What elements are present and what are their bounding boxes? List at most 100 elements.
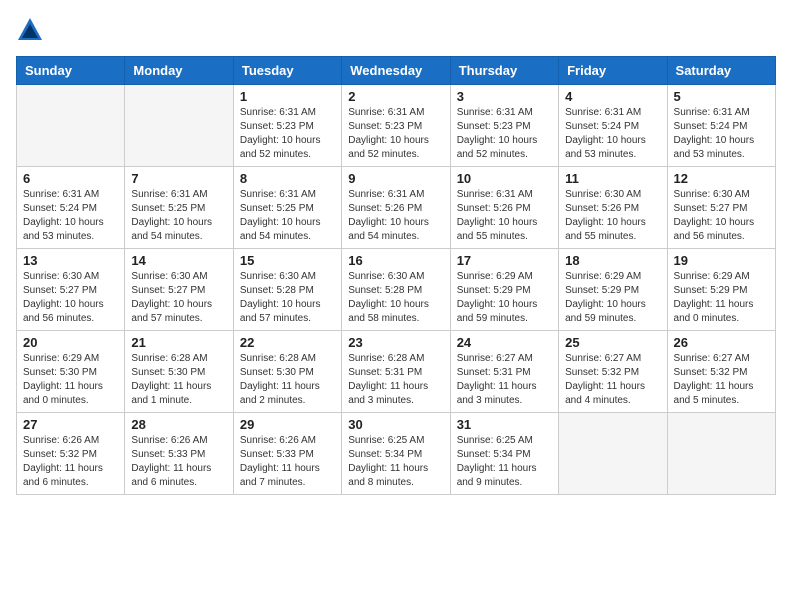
calendar-cell: 21 Sunrise: 6:28 AMSunset: 5:30 PMDayligh… (125, 331, 233, 413)
calendar-week-row: 27 Sunrise: 6:26 AMSunset: 5:32 PMDayligh… (17, 413, 776, 495)
day-number: 28 (131, 417, 226, 432)
day-info: Sunrise: 6:31 AMSunset: 5:25 PMDaylight:… (240, 188, 335, 244)
day-number: 2 (348, 89, 443, 104)
weekday-header: Thursday (450, 57, 558, 85)
calendar-header-row: SundayMondayTuesdayWednesdayThursdayFrid… (17, 57, 776, 85)
day-info: Sunrise: 6:30 AMSunset: 5:28 PMDaylight:… (240, 270, 335, 326)
day-number: 3 (457, 89, 552, 104)
weekday-header: Sunday (17, 57, 125, 85)
calendar-cell: 30Sunrise: 6:25 AMSunset: 5:34 PMDayligh… (342, 413, 450, 495)
day-info: Sunrise: 6:29 AMSunset: 5:30 PMDaylight:… (23, 352, 118, 408)
day-number: 29 (240, 417, 335, 432)
logo-icon (16, 16, 44, 44)
calendar-cell: 5Sunrise: 6:31 AMSunset: 5:24 PMDaylight… (667, 85, 775, 167)
calendar-cell: 26Sunrise: 6:27 AMSunset: 5:32 PMDayligh… (667, 331, 775, 413)
calendar-cell: 31 Sunrise: 6:25 AMSunset: 5:34 PMDayligh… (450, 413, 558, 495)
day-info: Sunrise: 6:31 AMSunset: 5:24 PMDaylight:… (23, 188, 118, 244)
day-info: Sunrise: 6:31 AMSunset: 5:25 PMDaylight:… (131, 188, 226, 244)
calendar-cell (667, 413, 775, 495)
day-number: 1 (240, 89, 335, 104)
calendar-cell: 12 Sunrise: 6:30 AMSunset: 5:27 PMDayligh… (667, 167, 775, 249)
day-number: 14 (131, 253, 226, 268)
day-info: Sunrise: 6:31 AMSunset: 5:26 PMDaylight:… (348, 188, 443, 244)
day-info: Sunrise: 6:26 AMSunset: 5:33 PMDaylight:… (240, 434, 335, 490)
weekday-header: Saturday (667, 57, 775, 85)
day-number: 10 (457, 171, 552, 186)
calendar-cell (559, 413, 667, 495)
day-info: Sunrise: 6:31 AMSunset: 5:23 PMDaylight:… (348, 106, 443, 162)
day-info: Sunrise: 6:31 AMSunset: 5:24 PMDaylight:… (565, 106, 660, 162)
day-info: Sunrise: 6:30 AMSunset: 5:27 PMDaylight:… (23, 270, 118, 326)
calendar-cell: 10Sunrise: 6:31 AMSunset: 5:26 PMDayligh… (450, 167, 558, 249)
calendar-cell: 24 Sunrise: 6:27 AMSunset: 5:31 PMDayligh… (450, 331, 558, 413)
weekday-header: Friday (559, 57, 667, 85)
day-info: Sunrise: 6:27 AMSunset: 5:32 PMDaylight:… (565, 352, 660, 408)
day-number: 17 (457, 253, 552, 268)
calendar-cell: 17 Sunrise: 6:29 AMSunset: 5:29 PMDayligh… (450, 249, 558, 331)
day-number: 9 (348, 171, 443, 186)
day-info: Sunrise: 6:30 AMSunset: 5:26 PMDaylight:… (565, 188, 660, 244)
calendar-cell: 16 Sunrise: 6:30 AMSunset: 5:28 PMDayligh… (342, 249, 450, 331)
day-number: 27 (23, 417, 118, 432)
day-number: 25 (565, 335, 660, 350)
day-info: Sunrise: 6:31 AMSunset: 5:23 PMDaylight:… (240, 106, 335, 162)
day-number: 5 (674, 89, 769, 104)
day-number: 15 (240, 253, 335, 268)
calendar-cell: 9 Sunrise: 6:31 AMSunset: 5:26 PMDaylight… (342, 167, 450, 249)
day-number: 21 (131, 335, 226, 350)
calendar-cell: 23 Sunrise: 6:28 AMSunset: 5:31 PMDayligh… (342, 331, 450, 413)
day-info: Sunrise: 6:29 AMSunset: 5:29 PMDaylight:… (674, 270, 769, 326)
calendar-week-row: 1 Sunrise: 6:31 AMSunset: 5:23 PMDaylight… (17, 85, 776, 167)
calendar-cell: 1 Sunrise: 6:31 AMSunset: 5:23 PMDaylight… (233, 85, 341, 167)
day-info: Sunrise: 6:28 AMSunset: 5:30 PMDaylight:… (240, 352, 335, 408)
day-info: Sunrise: 6:25 AMSunset: 5:34 PMDaylight:… (457, 434, 552, 490)
calendar-cell: 20Sunrise: 6:29 AMSunset: 5:30 PMDayligh… (17, 331, 125, 413)
day-info: Sunrise: 6:31 AMSunset: 5:23 PMDaylight:… (457, 106, 552, 162)
day-number: 7 (131, 171, 226, 186)
day-number: 30 (348, 417, 443, 432)
calendar-week-row: 13 Sunrise: 6:30 AMSunset: 5:27 PMDayligh… (17, 249, 776, 331)
day-info: Sunrise: 6:28 AMSunset: 5:31 PMDaylight:… (348, 352, 443, 408)
calendar-cell: 3 Sunrise: 6:31 AMSunset: 5:23 PMDaylight… (450, 85, 558, 167)
day-number: 18 (565, 253, 660, 268)
calendar-cell: 28 Sunrise: 6:26 AMSunset: 5:33 PMDayligh… (125, 413, 233, 495)
day-info: Sunrise: 6:26 AMSunset: 5:32 PMDaylight:… (23, 434, 118, 490)
day-info: Sunrise: 6:30 AMSunset: 5:27 PMDaylight:… (131, 270, 226, 326)
calendar-cell: 25 Sunrise: 6:27 AMSunset: 5:32 PMDayligh… (559, 331, 667, 413)
day-number: 4 (565, 89, 660, 104)
day-number: 31 (457, 417, 552, 432)
calendar-cell: 18 Sunrise: 6:29 AMSunset: 5:29 PMDayligh… (559, 249, 667, 331)
day-info: Sunrise: 6:28 AMSunset: 5:30 PMDaylight:… (131, 352, 226, 408)
calendar-cell: 8 Sunrise: 6:31 AMSunset: 5:25 PMDaylight… (233, 167, 341, 249)
calendar-table: SundayMondayTuesdayWednesdayThursdayFrid… (16, 56, 776, 495)
calendar-cell: 11 Sunrise: 6:30 AMSunset: 5:26 PMDayligh… (559, 167, 667, 249)
logo (16, 16, 48, 44)
calendar-cell: 15 Sunrise: 6:30 AMSunset: 5:28 PMDayligh… (233, 249, 341, 331)
calendar-cell: 13 Sunrise: 6:30 AMSunset: 5:27 PMDayligh… (17, 249, 125, 331)
day-info: Sunrise: 6:30 AMSunset: 5:27 PMDaylight:… (674, 188, 769, 244)
calendar-cell: 14 Sunrise: 6:30 AMSunset: 5:27 PMDayligh… (125, 249, 233, 331)
calendar-cell: 19Sunrise: 6:29 AMSunset: 5:29 PMDayligh… (667, 249, 775, 331)
day-info: Sunrise: 6:27 AMSunset: 5:32 PMDaylight:… (674, 352, 769, 408)
day-number: 16 (348, 253, 443, 268)
day-info: Sunrise: 6:30 AMSunset: 5:28 PMDaylight:… (348, 270, 443, 326)
day-number: 11 (565, 171, 660, 186)
day-number: 24 (457, 335, 552, 350)
day-info: Sunrise: 6:27 AMSunset: 5:31 PMDaylight:… (457, 352, 552, 408)
calendar-cell: 22 Sunrise: 6:28 AMSunset: 5:30 PMDayligh… (233, 331, 341, 413)
calendar-cell (125, 85, 233, 167)
weekday-header: Tuesday (233, 57, 341, 85)
day-number: 13 (23, 253, 118, 268)
day-number: 23 (348, 335, 443, 350)
calendar-week-row: 20Sunrise: 6:29 AMSunset: 5:30 PMDayligh… (17, 331, 776, 413)
day-info: Sunrise: 6:26 AMSunset: 5:33 PMDaylight:… (131, 434, 226, 490)
day-info: Sunrise: 6:29 AMSunset: 5:29 PMDaylight:… (457, 270, 552, 326)
calendar-cell: 4 Sunrise: 6:31 AMSunset: 5:24 PMDaylight… (559, 85, 667, 167)
weekday-header: Wednesday (342, 57, 450, 85)
calendar-cell (17, 85, 125, 167)
day-number: 8 (240, 171, 335, 186)
day-number: 22 (240, 335, 335, 350)
day-number: 12 (674, 171, 769, 186)
day-info: Sunrise: 6:29 AMSunset: 5:29 PMDaylight:… (565, 270, 660, 326)
calendar-cell: 27 Sunrise: 6:26 AMSunset: 5:32 PMDayligh… (17, 413, 125, 495)
